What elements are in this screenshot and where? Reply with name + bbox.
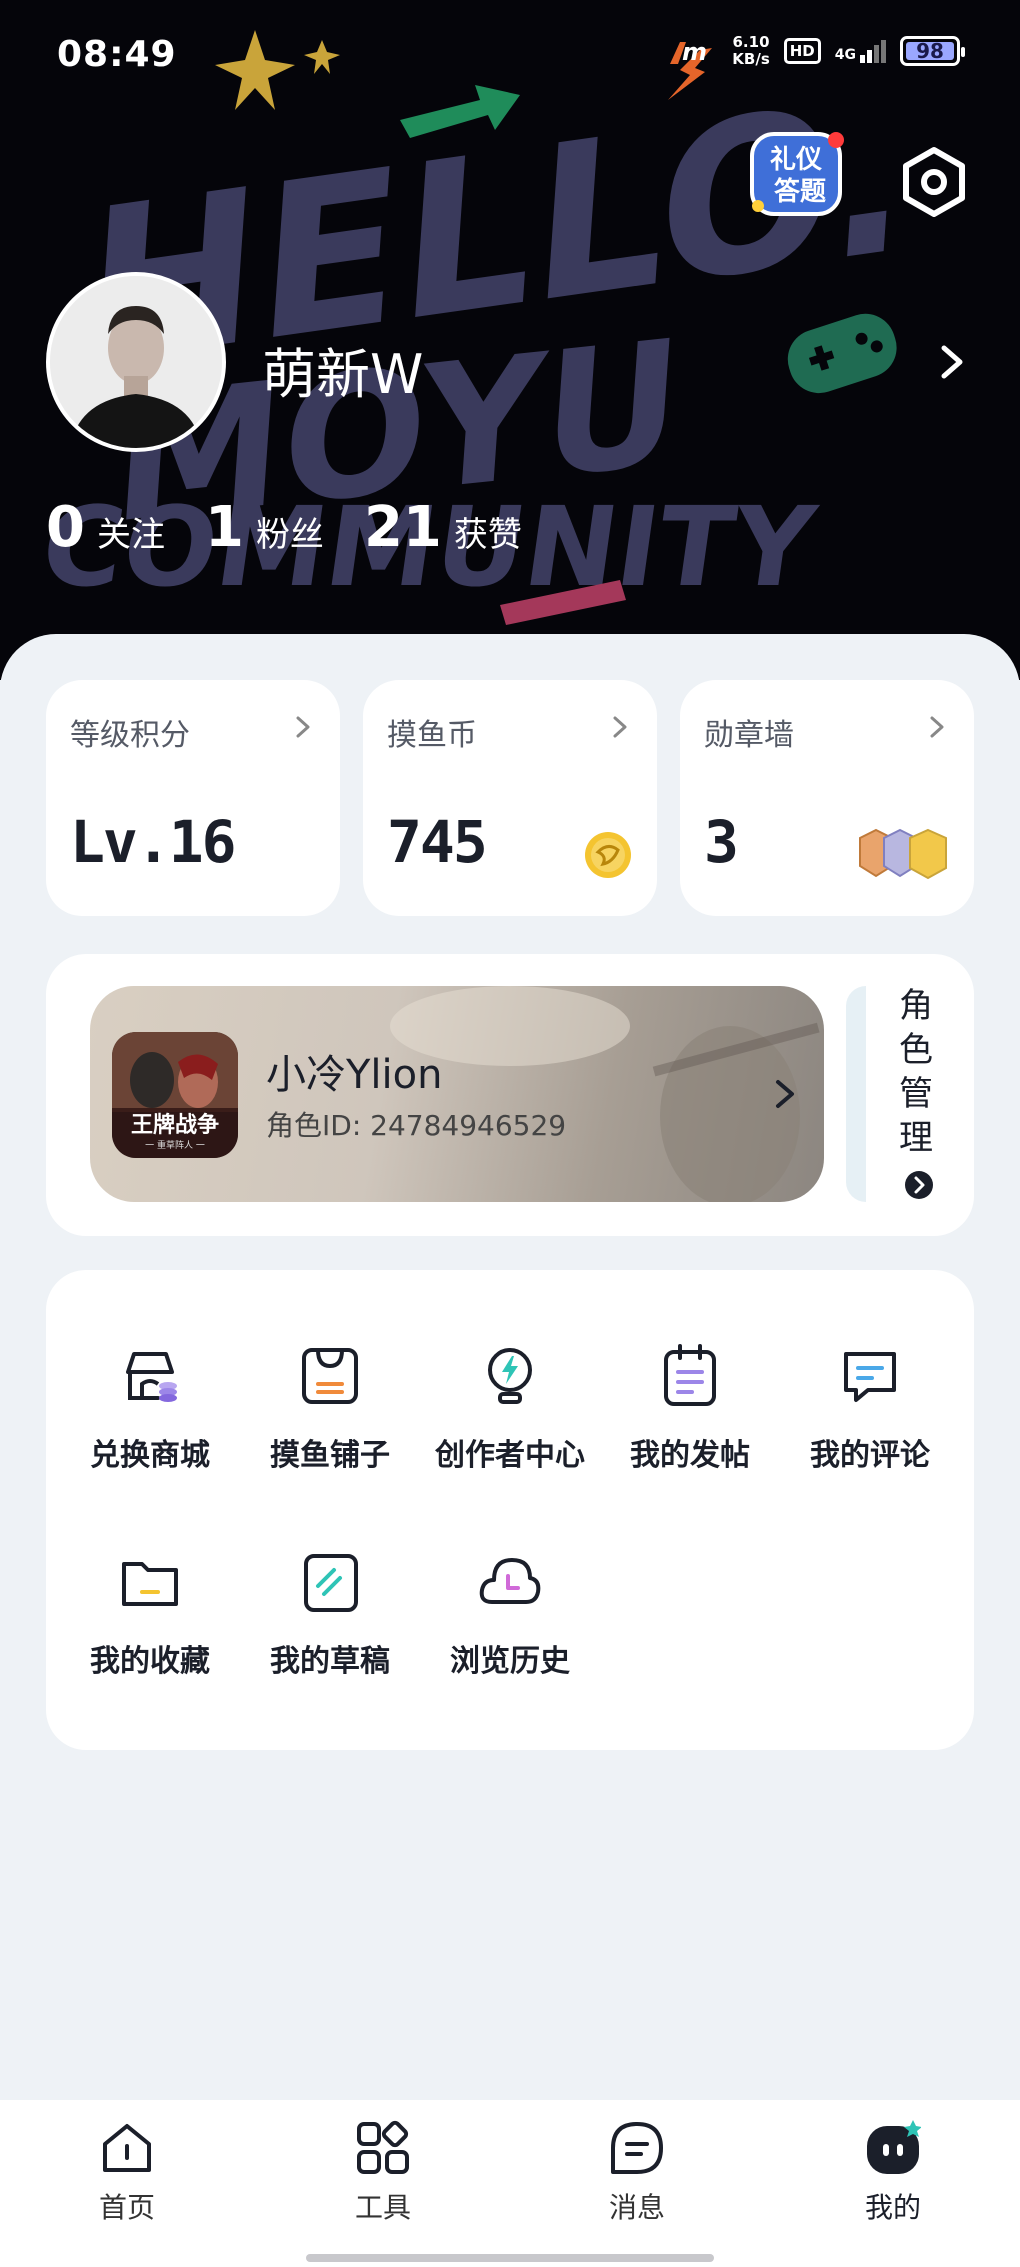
etiquette-line1: 礼仪 — [770, 144, 823, 175]
tool-label: 创作者中心 — [435, 1438, 585, 1473]
moyu-coin-card[interactable]: 摸鱼币 745 — [363, 680, 657, 916]
folder-icon — [122, 1562, 178, 1606]
nav-tools[interactable]: 工具 — [303, 2120, 463, 2230]
etiquette-line2: 答题 — [774, 176, 826, 207]
etiquette-quiz-badge[interactable]: 礼仪 答题 — [748, 128, 846, 220]
role-manage-label[interactable]: 角色管理 — [896, 984, 936, 1160]
battery-icon: 98 — [900, 36, 965, 66]
net-speed: 6.10 KB/s — [732, 33, 770, 68]
game-role-card: 王牌战争 一 重草阵人 一 小冷Ylion 角色ID: 24784946529 … — [46, 954, 974, 1236]
metric-title: 勋章墙 — [704, 718, 794, 753]
nav-profile[interactable]: 我的 — [813, 2120, 973, 2230]
level-points-card[interactable]: 等级积分 Lv.16 — [46, 680, 340, 916]
chevron-right-icon — [613, 716, 627, 738]
notepad-icon — [664, 1344, 716, 1406]
shop-bag-icon — [302, 1348, 358, 1404]
tool-moyu-shop[interactable]: 摸鱼铺子 — [240, 1344, 420, 1514]
lightbulb-icon — [488, 1348, 532, 1404]
svg-text:王牌战争: 王牌战争 — [131, 1112, 219, 1138]
bottom-navigation: 首页 工具 消息 我的 — [0, 2100, 1020, 2267]
profile-face-icon — [867, 2120, 921, 2174]
status-time: 08:49 — [57, 34, 177, 75]
nav-label: 首页 — [98, 2191, 155, 2224]
role-id: 角色ID: 24784946529 — [266, 1109, 567, 1142]
history-cloud-icon — [479, 1558, 541, 1604]
coin-icon — [585, 832, 631, 878]
stat-value: 0 — [46, 495, 85, 560]
stat-value: 1 — [204, 495, 244, 560]
stat-value: 21 — [363, 495, 442, 560]
tool-my-posts[interactable]: 我的发帖 — [600, 1344, 780, 1514]
metric-value: 745 — [387, 808, 488, 876]
game-role-banner[interactable]: 王牌战争 一 重草阵人 一 小冷Ylion 角色ID: 24784946529 — [90, 986, 824, 1202]
hd-badge: HD — [783, 38, 821, 64]
tool-label: 摸鱼铺子 — [270, 1438, 390, 1473]
role-name: 小冷Ylion — [266, 1052, 443, 1098]
metric-title: 等级积分 — [70, 718, 190, 753]
nav-messages[interactable]: 消息 — [557, 2120, 717, 2230]
settings-icon[interactable] — [898, 146, 970, 218]
tools-grid-icon — [357, 2120, 409, 2174]
stat-label: 获赞 — [453, 515, 522, 555]
game-icon: 王牌战争 一 重草阵人 一 — [112, 1032, 238, 1158]
tools-grid-card: 兑换商城 摸鱼铺子 创作者中心 我的发帖 我的评论 我的收藏 我的草稿 浏览历史 — [46, 1270, 974, 1750]
signal-icon: 4G — [835, 39, 886, 63]
tool-label: 我的收藏 — [90, 1644, 210, 1679]
metric-value: 3 — [704, 808, 739, 876]
stat-following[interactable]: 0 关注 — [46, 495, 165, 560]
tool-browse-history[interactable]: 浏览历史 — [420, 1550, 600, 1720]
tool-label: 兑换商城 — [90, 1438, 210, 1473]
avatar[interactable] — [46, 272, 226, 452]
nav-label: 工具 — [354, 2191, 411, 2224]
circle-chevron-right-icon[interactable] — [904, 1170, 934, 1200]
metric-value: Lv.16 — [70, 808, 237, 876]
comment-icon — [844, 1352, 896, 1402]
draft-icon — [304, 1554, 358, 1612]
stat-label: 关注 — [96, 515, 165, 555]
home-indicator[interactable] — [306, 2254, 714, 2262]
tool-exchange-store[interactable]: 兑换商城 — [60, 1344, 240, 1514]
tool-label: 我的草稿 — [270, 1644, 390, 1679]
tool-my-favorites[interactable]: 我的收藏 — [60, 1550, 240, 1720]
avatar-photo — [50, 276, 222, 448]
svg-text:一 重草阵人 一: 一 重草阵人 一 — [145, 1139, 205, 1151]
store-icon — [126, 1352, 177, 1402]
chevron-right-icon — [296, 716, 310, 738]
username[interactable]: 萌新W — [262, 330, 423, 409]
status-icons: m 6.10 KB/s HD 4G 98 — [670, 33, 965, 68]
chevron-right-icon — [930, 716, 944, 738]
chevron-right-icon[interactable] — [930, 340, 974, 384]
nav-home[interactable]: 首页 — [47, 2120, 207, 2230]
svg-text:m: m — [682, 38, 707, 66]
tool-label: 我的发帖 — [630, 1438, 750, 1473]
nav-label: 消息 — [608, 2191, 665, 2224]
profile-stats: 0 关注 1 粉丝 21 获赞 — [46, 495, 562, 560]
medal-badges-icon — [859, 828, 947, 880]
profile-header: HELLO. MOYU COMMUNITY 08:49 m 6.10 KB/s … — [0, 0, 1020, 680]
stat-likes[interactable]: 21 获赞 — [364, 495, 522, 560]
metric-title: 摸鱼币 — [387, 718, 477, 753]
tool-label: 我的评论 — [810, 1438, 930, 1473]
tool-creator-center[interactable]: 创作者中心 — [420, 1344, 600, 1514]
home-icon — [103, 2124, 151, 2172]
status-bar: 08:49 m 6.10 KB/s HD 4G 98 — [0, 0, 1020, 110]
chevron-right-icon — [776, 1080, 794, 1108]
tool-label: 浏览历史 — [450, 1644, 570, 1679]
stat-followers[interactable]: 1 粉丝 — [205, 495, 324, 560]
tool-my-comments[interactable]: 我的评论 — [780, 1344, 960, 1514]
nav-label: 我的 — [864, 2191, 921, 2224]
badge-wall-card[interactable]: 勋章墙 3 — [680, 680, 974, 916]
tool-my-drafts[interactable]: 我的草稿 — [240, 1550, 420, 1720]
stat-label: 粉丝 — [255, 515, 324, 555]
next-role-peek[interactable] — [846, 986, 866, 1202]
message-icon — [611, 2122, 663, 2174]
notification-m-icon: m — [670, 38, 707, 66]
